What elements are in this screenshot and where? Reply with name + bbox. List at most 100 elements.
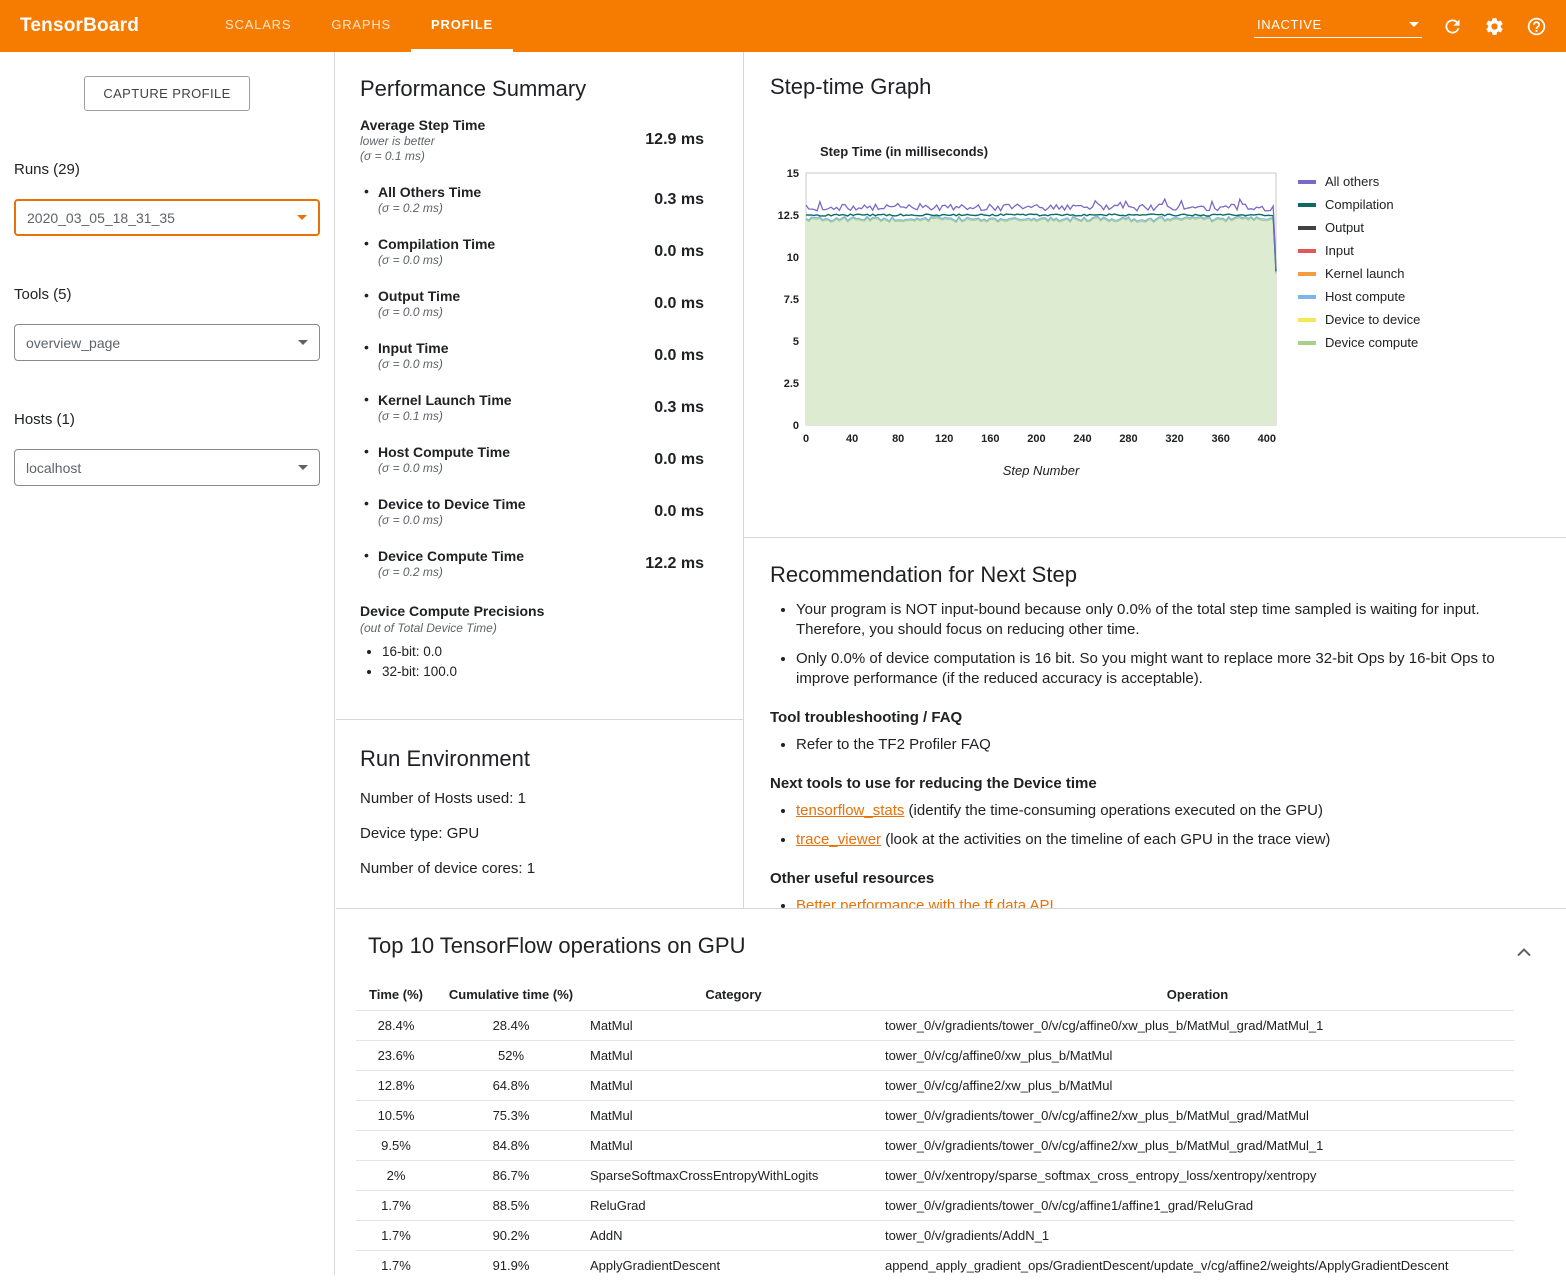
chart-x-axis-label: Step Number: [806, 463, 1276, 478]
hosts-label: Hosts (1): [14, 411, 320, 428]
metric-label: Device Compute Time: [378, 547, 524, 565]
metric-row: Host Compute Time(σ = 0.0 ms)0.0 ms: [360, 443, 719, 476]
runs-dropdown[interactable]: 2020_03_05_18_31_35: [14, 199, 320, 236]
legend-label: Output: [1325, 220, 1364, 235]
metric-row: Input Time(σ = 0.0 ms)0.0 ms: [360, 339, 719, 372]
status-dropdown-value: INACTIVE: [1257, 17, 1322, 32]
table-row: 23.6%52%MatMultower_0/v/cg/affine0/xw_pl…: [356, 1041, 1514, 1071]
metric-row: All Others Time(σ = 0.2 ms)0.3 ms: [360, 183, 719, 216]
hosts-dropdown[interactable]: localhost: [14, 449, 320, 486]
metric-sigma: (σ = 0.2 ms): [378, 565, 524, 580]
tab-profile[interactable]: PROFILE: [411, 0, 513, 52]
metric-row: Compilation Time(σ = 0.0 ms)0.0 ms: [360, 235, 719, 268]
metric-row: Average Step Timelower is better(σ = 0.1…: [360, 116, 719, 164]
metric-value: 0.3 ms: [654, 399, 719, 417]
hosts-dropdown-value: localhost: [26, 460, 81, 476]
step-time-chart-area: Step Time (in milliseconds) 02.557.51012…: [770, 144, 1540, 478]
recommendation-section: Recommendation for Next Step Your progra…: [744, 538, 1566, 908]
table-row: 10.5%75.3%MatMultower_0/v/gradients/towe…: [356, 1101, 1514, 1131]
svg-text:360: 360: [1212, 433, 1230, 445]
svg-text:240: 240: [1073, 433, 1091, 445]
ops-column-header: Cumulative time (%): [436, 979, 586, 1011]
run-env-line: Device type: GPU: [360, 825, 719, 842]
metric-label: Kernel Launch Time: [378, 391, 512, 409]
metric-sigma: (σ = 0.1 ms): [378, 409, 512, 424]
ops-column-header: Operation: [881, 979, 1514, 1011]
metric-sigma: (σ = 0.1 ms): [360, 149, 485, 164]
tool-description: (identify the time-consuming operations …: [904, 802, 1323, 819]
tools-dropdown[interactable]: overview_page: [14, 324, 320, 361]
precisions-subtitle: (out of Total Device Time): [360, 620, 719, 636]
tab-graphs[interactable]: GRAPHS: [311, 0, 411, 52]
refresh-icon[interactable]: [1440, 14, 1464, 38]
legend-swatch: [1298, 203, 1316, 207]
legend-item: Input: [1298, 243, 1420, 258]
legend-swatch: [1298, 318, 1316, 322]
metric-label: Host Compute Time: [378, 443, 510, 461]
legend-swatch: [1298, 272, 1316, 276]
metric-row: Device Compute Time(σ = 0.2 ms) 12.2 ms: [360, 547, 719, 580]
chevron-down-icon: [298, 340, 308, 345]
legend-label: Device to device: [1325, 312, 1420, 327]
runs-dropdown-value: 2020_03_05_18_31_35: [27, 210, 175, 226]
collapse-chevron-icon[interactable]: [1514, 945, 1534, 959]
legend-swatch: [1298, 295, 1316, 299]
legend-item: Host compute: [1298, 289, 1420, 304]
top-ops-table: Time (%)Cumulative time (%)CategoryOpera…: [356, 979, 1514, 1280]
next-tools-list: tensorflow_stats (identify the time-cons…: [770, 801, 1540, 850]
metric-sigma: (σ = 0.0 ms): [378, 305, 460, 320]
tfdata-performance-link[interactable]: Better performance with the tf.data API: [796, 897, 1054, 908]
svg-text:10: 10: [787, 252, 799, 264]
chevron-down-icon: [297, 215, 307, 220]
metric-sigma: (σ = 0.0 ms): [378, 461, 510, 476]
precisions-list: 16-bit: 0.032-bit: 100.0: [360, 642, 719, 682]
metric-row: Output Time(σ = 0.0 ms)0.0 ms: [360, 287, 719, 320]
help-icon[interactable]: [1524, 14, 1548, 38]
recommendation-bullet: Your program is NOT input-bound because …: [796, 600, 1540, 640]
metric-sigma: (σ = 0.0 ms): [378, 357, 449, 372]
tab-scalars[interactable]: SCALARS: [205, 0, 311, 52]
metric-row: Device to Device Time(σ = 0.0 ms)0.0 ms: [360, 495, 719, 528]
step-time-chart: 02.557.51012.515040801201602002402803203…: [770, 163, 1286, 455]
recommendation-title: Recommendation for Next Step: [770, 562, 1540, 588]
table-row: 9.5%84.8%MatMultower_0/v/gradients/tower…: [356, 1131, 1514, 1161]
chart-legend: All othersCompilationOutputInputKernel l…: [1298, 174, 1420, 478]
svg-text:15: 15: [787, 168, 799, 180]
svg-text:7.5: 7.5: [784, 294, 799, 306]
legend-label: Host compute: [1325, 289, 1405, 304]
app-title: TensorBoard: [0, 15, 159, 37]
other-resources-heading: Other useful resources: [770, 870, 1540, 887]
capture-profile-button[interactable]: CAPTURE PROFILE: [84, 76, 249, 111]
header-tabs: SCALARSGRAPHSPROFILE: [205, 0, 513, 52]
settings-gear-icon[interactable]: [1482, 14, 1506, 38]
metrics-list: Average Step Timelower is better(σ = 0.1…: [360, 116, 719, 580]
run-env-line: Number of device cores: 1: [360, 860, 719, 877]
tensorflow-stats-link[interactable]: tensorflow_stats: [796, 802, 904, 819]
run-environment-section: Run Environment Number of Hosts used: 1D…: [336, 720, 743, 908]
run-environment-title: Run Environment: [360, 746, 719, 772]
metric-value: 12.2 ms: [645, 555, 719, 573]
legend-label: Input: [1325, 243, 1354, 258]
recommendation-bullets: Your program is NOT input-bound because …: [770, 600, 1540, 689]
step-time-graph-title: Step-time Graph: [770, 74, 1540, 100]
legend-label: All others: [1325, 174, 1379, 189]
tool-description: (look at the activities on the timeline …: [881, 831, 1330, 848]
precisions-title: Device Compute Precisions: [360, 602, 719, 620]
metric-sigma: (σ = 0.0 ms): [378, 513, 526, 528]
legend-label: Kernel launch: [1325, 266, 1405, 281]
table-row: 28.4%28.4%MatMultower_0/v/gradients/towe…: [356, 1011, 1514, 1041]
table-row: 12.8%64.8%MatMultower_0/v/cg/affine2/xw_…: [356, 1071, 1514, 1101]
trace-viewer-link[interactable]: trace_viewer: [796, 831, 881, 848]
runs-label: Runs (29): [14, 161, 320, 178]
metric-label: All Others Time: [378, 183, 481, 201]
chevron-down-icon: [1409, 22, 1419, 27]
legend-swatch: [1298, 226, 1316, 230]
svg-text:0: 0: [793, 420, 799, 432]
status-dropdown[interactable]: INACTIVE: [1254, 15, 1422, 38]
legend-swatch: [1298, 341, 1316, 345]
svg-text:200: 200: [1027, 433, 1045, 445]
legend-item: Device to device: [1298, 312, 1420, 327]
metric-label: Device to Device Time: [378, 495, 526, 513]
svg-text:12.5: 12.5: [778, 210, 799, 222]
tools-label: Tools (5): [14, 286, 320, 303]
